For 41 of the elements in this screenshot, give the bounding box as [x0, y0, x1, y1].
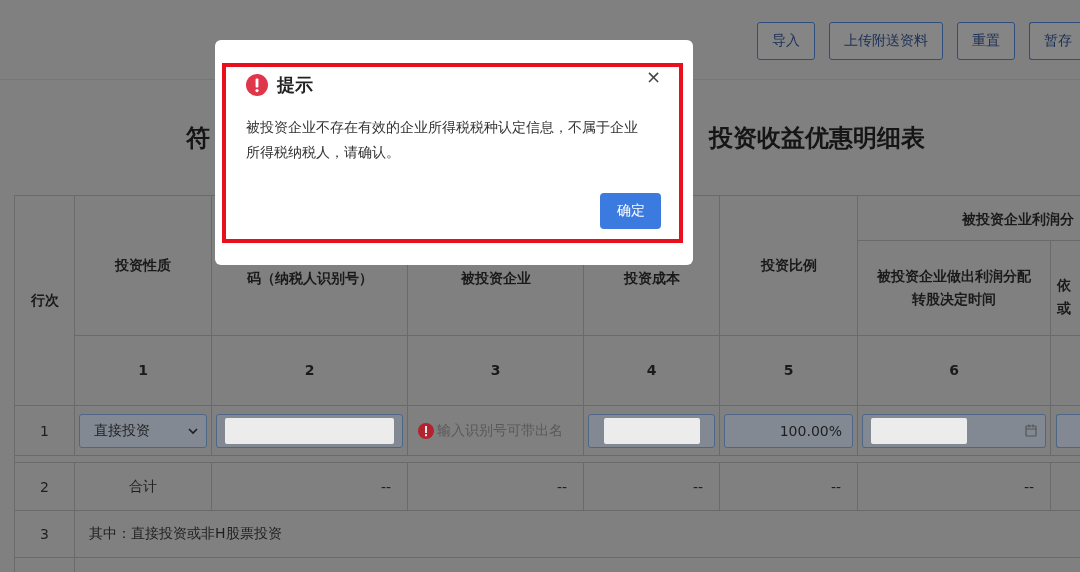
form-title: 符	[186, 122, 210, 154]
column-header: 投资比例	[760, 256, 817, 275]
warning-icon	[246, 74, 268, 96]
column-header: 码（纳税人识别号）	[246, 269, 373, 288]
dialog-title: 提示	[277, 73, 313, 97]
table-cell: --	[692, 478, 703, 495]
form-title: 投资收益优惠明细表	[709, 122, 925, 154]
column-number: 5	[783, 361, 794, 380]
column-header: 被投资企业做出利润分配 转股决定时间	[877, 267, 1031, 309]
calendar-icon	[1025, 424, 1037, 437]
column-header: 被投资企业	[460, 269, 531, 288]
table-cell: --	[380, 478, 391, 495]
date-field[interactable]	[862, 413, 1046, 448]
total-label: 合计	[129, 477, 157, 496]
table-cell: --	[556, 478, 567, 495]
column-header: 投资性质	[115, 256, 171, 275]
column-header: 依 或	[1057, 276, 1071, 318]
investment-type-select[interactable]: 直接投资	[79, 413, 207, 448]
row-number: 1	[40, 422, 49, 439]
column-number: 1	[138, 361, 148, 380]
table-cell: --	[1023, 478, 1034, 495]
table-cell: --	[830, 478, 841, 495]
row-number: 2	[40, 478, 49, 495]
column-header: 行次	[30, 291, 59, 310]
confirm-button[interactable]: 确定	[600, 193, 661, 229]
group-header: 被投资企业利润分	[962, 210, 1074, 229]
column-header: 投资成本	[623, 269, 680, 288]
error-icon	[418, 422, 434, 439]
row-number: 3	[40, 526, 49, 542]
close-button[interactable]: ×	[643, 67, 663, 87]
column-number: 6	[949, 361, 959, 380]
column-number: 2	[304, 361, 315, 380]
input-field[interactable]	[588, 413, 715, 448]
row-label: 其中：直接投资或非H股票投资	[89, 525, 282, 543]
column-number: 3	[490, 361, 501, 380]
column-number: 4	[646, 361, 657, 380]
dialog-message: 被投资企业不存在有效的企业所得税税种认定信息，不属于企业所得税纳税人，请确认。	[246, 118, 639, 162]
input-field[interactable]	[1056, 413, 1080, 448]
ratio-field[interactable]: 100.00%	[724, 413, 853, 448]
chevron-down-icon	[188, 426, 198, 435]
input-field[interactable]	[216, 413, 403, 448]
